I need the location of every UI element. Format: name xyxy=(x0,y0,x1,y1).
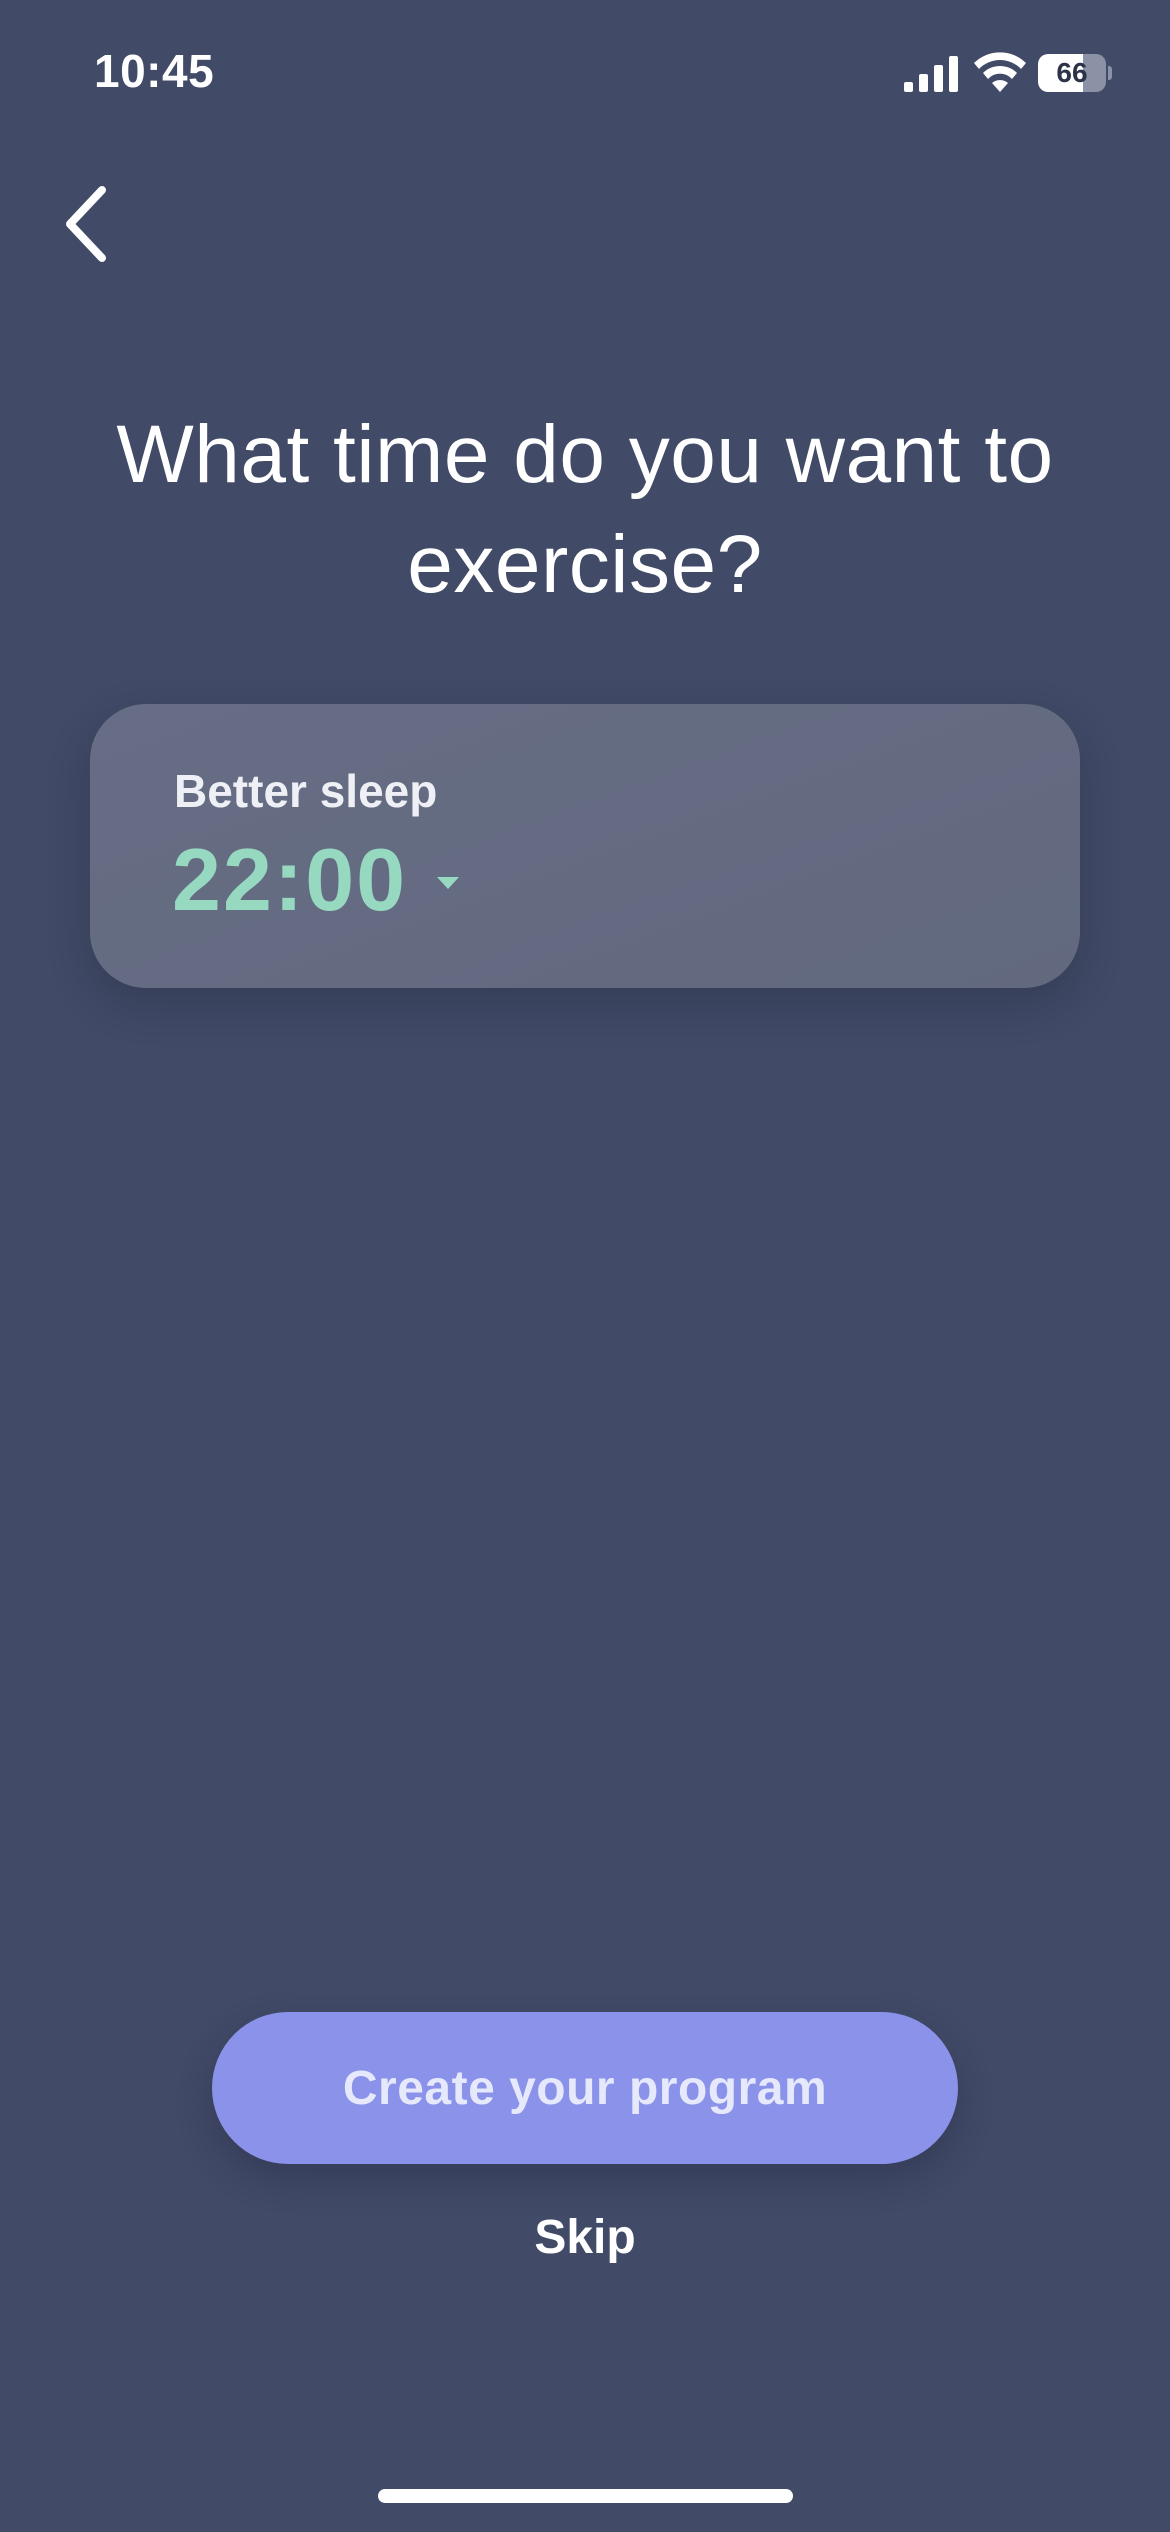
caret-down-icon xyxy=(437,877,460,889)
status-time: 10:45 xyxy=(94,45,215,97)
back-button[interactable] xyxy=(48,170,128,270)
time-value: 22:00 xyxy=(172,830,408,929)
battery-icon: 66 xyxy=(1038,54,1112,92)
wifi-icon xyxy=(974,52,1026,92)
create-program-button[interactable]: Create your program xyxy=(212,2012,958,2164)
page-title: What time do you want to exercise? xyxy=(116,409,1054,610)
chevron-left-icon xyxy=(66,186,106,262)
home-indicator xyxy=(378,2489,793,2503)
time-selector[interactable]: 22:00 xyxy=(172,830,460,930)
battery-level: 66 xyxy=(1056,57,1088,88)
status-bar: 10:45 66 xyxy=(0,0,1170,150)
goal-card: Better sleep 22:00 xyxy=(90,704,1080,988)
battery-body: 66 xyxy=(1038,54,1106,92)
goal-label: Better sleep xyxy=(174,765,438,817)
signal-icon xyxy=(904,56,958,92)
skip-link[interactable]: Skip xyxy=(485,2210,685,2265)
battery-cap xyxy=(1108,66,1112,80)
